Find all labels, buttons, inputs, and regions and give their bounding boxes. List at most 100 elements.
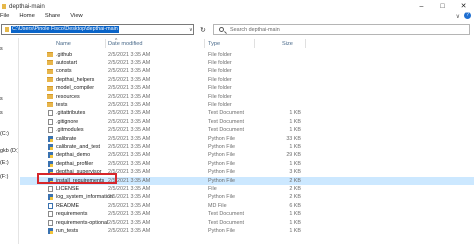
- file-date-modified: 2/5/2021 3:35 AM: [108, 152, 151, 159]
- file-size: 1 KB: [289, 127, 301, 134]
- file-type: MD File: [208, 202, 227, 209]
- file-row[interactable]: log_system_information 2/5/2021 3:35 AM Py…: [20, 193, 474, 201]
- nav-item-d-drive[interactable]: gkb (D:): [0, 148, 19, 154]
- file-row[interactable]: requirements-optional 2/5/2021 3:35 AM Tex…: [20, 219, 474, 227]
- file-type: File folder: [208, 101, 232, 108]
- folder-icon: [47, 60, 53, 66]
- file-type: Text Document: [208, 118, 244, 125]
- file-row[interactable]: consts 2/5/2021 3:35 AM File folder: [20, 67, 474, 75]
- file-date-modified: 2/5/2021 3:35 AM: [108, 194, 151, 201]
- file-type: Python File: [208, 135, 235, 142]
- file-name: .gitmodules: [56, 127, 84, 134]
- column-size[interactable]: Size: [282, 41, 293, 47]
- file-name: requirements: [56, 211, 88, 218]
- text-document-icon: [48, 219, 53, 226]
- folder-icon: [5, 27, 9, 32]
- nav-item-f-drive[interactable]: (F:): [0, 174, 8, 180]
- help-icon[interactable]: ?: [464, 12, 471, 19]
- address-bar[interactable]: C:\Users\Pinole Fisco\Desktop\depthai-ma…: [1, 24, 194, 35]
- file-row[interactable]: depthai_helpers 2/5/2021 3:35 AM File fold…: [20, 76, 474, 84]
- nav-item-c-drive[interactable]: (C:): [0, 131, 9, 137]
- maximize-button[interactable]: □: [432, 0, 453, 12]
- file-type: File: [208, 185, 217, 192]
- column-header: Name ^ Date modified Type Size: [20, 38, 474, 49]
- pane-divider[interactable]: [18, 38, 19, 244]
- chevron-down-icon[interactable]: ∨: [189, 27, 193, 33]
- column-divider[interactable]: [105, 39, 106, 48]
- navigation-pane: s s s (C:) gkb (D:) (E:) (F:): [0, 38, 19, 244]
- address-path[interactable]: C:\Users\Pinole Fisco\Desktop\depthai-ma…: [11, 26, 119, 33]
- file-type: File folder: [208, 76, 232, 83]
- file-type: Python File: [208, 160, 235, 167]
- tab-home[interactable]: Home: [14, 12, 39, 21]
- close-button[interactable]: ✕: [453, 0, 474, 12]
- file-row[interactable]: LICENSE 2/5/2021 3:35 AM File 2 KB: [20, 185, 474, 193]
- file-name: calibrate: [56, 135, 77, 142]
- file-size: 2 KB: [289, 185, 301, 192]
- file-type: Python File: [208, 169, 235, 176]
- nav-item-e-drive[interactable]: (E:): [0, 160, 9, 166]
- file-date-modified: 2/5/2021 3:35 AM: [108, 68, 151, 75]
- file-date-modified: 2/5/2021 3:35 AM: [108, 185, 151, 192]
- expand-ribbon-button[interactable]: ∨: [456, 13, 460, 20]
- column-date[interactable]: Date modified: [108, 41, 143, 47]
- file-date-modified: 2/5/2021 3:35 AM: [108, 227, 151, 234]
- file-size: 2 KB: [289, 194, 301, 201]
- file-date-modified: 2/5/2021 3:35 AM: [108, 219, 151, 226]
- nav-item[interactable]: s: [0, 96, 3, 102]
- file-row[interactable]: requirements 2/5/2021 3:35 AM Text Documen…: [20, 210, 474, 218]
- file-row[interactable]: README 2/5/2021 3:35 AM MD File 6 KB: [20, 202, 474, 210]
- column-divider[interactable]: [204, 39, 205, 48]
- search-input[interactable]: Search depthai-main: [213, 24, 470, 35]
- window-title: depthai-main: [9, 3, 45, 10]
- file-row[interactable]: calibrate 2/5/2021 3:35 AM Python File 33 K…: [20, 135, 474, 143]
- file-name: depthai_demo: [56, 152, 91, 159]
- file-row[interactable]: autostart 2/5/2021 3:35 AM File folder: [20, 59, 474, 67]
- nav-item[interactable]: s: [0, 110, 3, 116]
- column-name[interactable]: Name: [56, 41, 71, 47]
- file-type: Python File: [208, 194, 235, 201]
- window-controls: – □ ✕: [411, 0, 474, 12]
- file-name: model_compiler: [56, 85, 95, 92]
- file-date-modified: 2/5/2021 3:35 AM: [108, 127, 151, 134]
- tab-file[interactable]: File: [0, 12, 14, 21]
- file-size: 29 KB: [286, 152, 301, 159]
- file-row[interactable]: .github 2/5/2021 3:35 AM File folder: [20, 51, 474, 59]
- file-date-modified: 2/5/2021 3:35 AM: [108, 59, 151, 66]
- refresh-icon[interactable]: ↻: [200, 26, 206, 34]
- file-row[interactable]: depthai_profiler 2/5/2021 3:35 AM Python F…: [20, 160, 474, 168]
- file-name: autostart: [56, 59, 77, 66]
- annotation-highlight-box: [37, 173, 117, 184]
- file-row[interactable]: .gitattributes 2/5/2021 3:35 AM Text Docum…: [20, 109, 474, 117]
- column-divider[interactable]: [305, 39, 306, 48]
- file-row[interactable]: calibrate_and_test 2/5/2021 3:35 AM Python…: [20, 143, 474, 151]
- file-row[interactable]: resources 2/5/2021 3:35 AM File folder: [20, 93, 474, 101]
- minimize-button[interactable]: –: [411, 0, 432, 12]
- folder-icon: [2, 4, 6, 9]
- file-row[interactable]: .gitmodules 2/5/2021 3:35 AM Text Document…: [20, 126, 474, 134]
- file-name: LICENSE: [56, 185, 80, 192]
- file-name: calibrate_and_test: [56, 143, 101, 150]
- file-type: File folder: [208, 51, 232, 58]
- folder-icon: [47, 94, 53, 99]
- file-size: 1 KB: [289, 160, 301, 167]
- file-type: Text Document: [208, 127, 244, 134]
- nav-item[interactable]: s: [0, 46, 3, 52]
- tab-view[interactable]: View: [65, 12, 87, 21]
- search-placeholder: Search depthai-main: [230, 27, 280, 33]
- python-file-icon: [48, 143, 53, 150]
- python-file-icon: [48, 194, 53, 201]
- file-name: tests: [56, 101, 68, 108]
- tab-share[interactable]: Share: [40, 12, 65, 21]
- file-row[interactable]: run_tests 2/5/2021 3:35 AM Python File 1 KB: [20, 227, 474, 235]
- search-icon: [219, 27, 224, 32]
- column-type[interactable]: Type: [208, 41, 220, 47]
- column-divider[interactable]: [254, 39, 255, 48]
- file-type: Text Document: [208, 219, 244, 226]
- file-row[interactable]: model_compiler 2/5/2021 3:35 AM File folde…: [20, 84, 474, 92]
- file-size: 1 KB: [289, 211, 301, 218]
- file-row[interactable]: depthai_demo 2/5/2021 3:35 AM Python File 2…: [20, 151, 474, 159]
- file-row[interactable]: .gitignore 2/5/2021 3:35 AM Text Document 1…: [20, 118, 474, 126]
- file-name: .gitattributes: [56, 110, 86, 117]
- file-row[interactable]: tests 2/5/2021 3:35 AM File folder: [20, 101, 474, 109]
